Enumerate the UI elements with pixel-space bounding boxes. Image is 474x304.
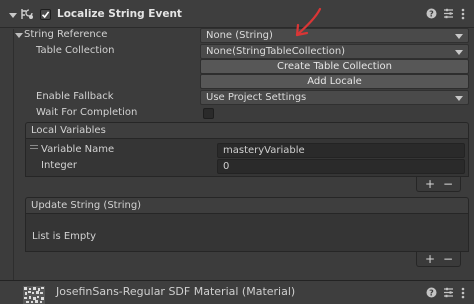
table-collection-value: None(StringTableCollection)	[206, 46, 346, 57]
update-string-footer: + −	[416, 252, 461, 267]
string-reference-label: String Reference	[24, 29, 108, 40]
string-reference-value: None (String)	[206, 30, 273, 41]
update-string-header: Update String (String)	[25, 197, 469, 214]
dropdown-arrow-icon	[455, 34, 463, 39]
integer-field[interactable]: 0	[217, 159, 465, 174]
string-reference-foldout-icon[interactable]	[15, 33, 23, 38]
kebab-menu-icon[interactable]	[461, 287, 465, 299]
string-reference-dropdown[interactable]: None (String)	[200, 28, 469, 43]
add-variable-button[interactable]: +	[425, 177, 435, 191]
svg-text:?: ?	[429, 10, 434, 19]
dropdown-arrow-icon	[455, 96, 463, 101]
variable-name-field[interactable]: masteryVariable	[217, 143, 465, 158]
wait-for-completion-checkbox[interactable]	[203, 108, 214, 119]
checkmark-icon	[41, 11, 50, 19]
material-title: JosefinSans-Regular SDF Material (Materi…	[56, 285, 296, 298]
svg-text:?: ?	[429, 289, 434, 298]
kebab-menu-icon[interactable]	[461, 8, 465, 20]
preset-icon[interactable]	[443, 8, 454, 19]
update-string-title: Update String (String)	[31, 200, 142, 211]
enable-fallback-label: Enable Fallback	[36, 91, 114, 102]
update-string-list: List is Empty	[25, 214, 469, 252]
foldout-arrow-icon[interactable]	[9, 13, 17, 18]
help-icon[interactable]: ?	[426, 8, 437, 19]
material-preview-icon	[23, 286, 45, 304]
local-variables-header: Local Variables	[25, 122, 469, 139]
annotation-arrow-icon	[295, 7, 322, 37]
local-variables-footer: + −	[416, 177, 461, 192]
local-variables-title: Local Variables	[31, 125, 106, 136]
table-collection-dropdown[interactable]: None(StringTableCollection)	[200, 44, 469, 59]
variable-name-label: Variable Name	[41, 144, 115, 155]
enable-fallback-dropdown[interactable]: Use Project Settings	[200, 90, 469, 105]
integer-label: Integer	[41, 160, 77, 171]
preset-icon[interactable]	[443, 287, 454, 298]
component-enabled-checkbox[interactable]	[40, 9, 51, 20]
remove-listener-button[interactable]: −	[443, 252, 453, 266]
help-icon[interactable]: ?	[426, 287, 437, 298]
script-icon	[21, 9, 33, 19]
gutter-divider	[13, 29, 14, 304]
dropdown-arrow-icon	[455, 50, 463, 55]
enable-fallback-value: Use Project Settings	[206, 92, 307, 103]
table-collection-label: Table Collection	[36, 45, 115, 56]
add-listener-button[interactable]: +	[425, 252, 435, 266]
add-locale-button[interactable]: Add Locale	[200, 74, 469, 89]
drag-handle-icon[interactable]	[30, 145, 38, 149]
component-title: Localize String Event	[57, 8, 182, 20]
create-table-collection-button[interactable]: Create Table Collection	[200, 59, 469, 74]
remove-variable-button[interactable]: −	[443, 177, 453, 191]
list-empty-text: List is Empty	[32, 231, 97, 242]
wait-for-completion-label: Wait For Completion	[36, 107, 138, 118]
